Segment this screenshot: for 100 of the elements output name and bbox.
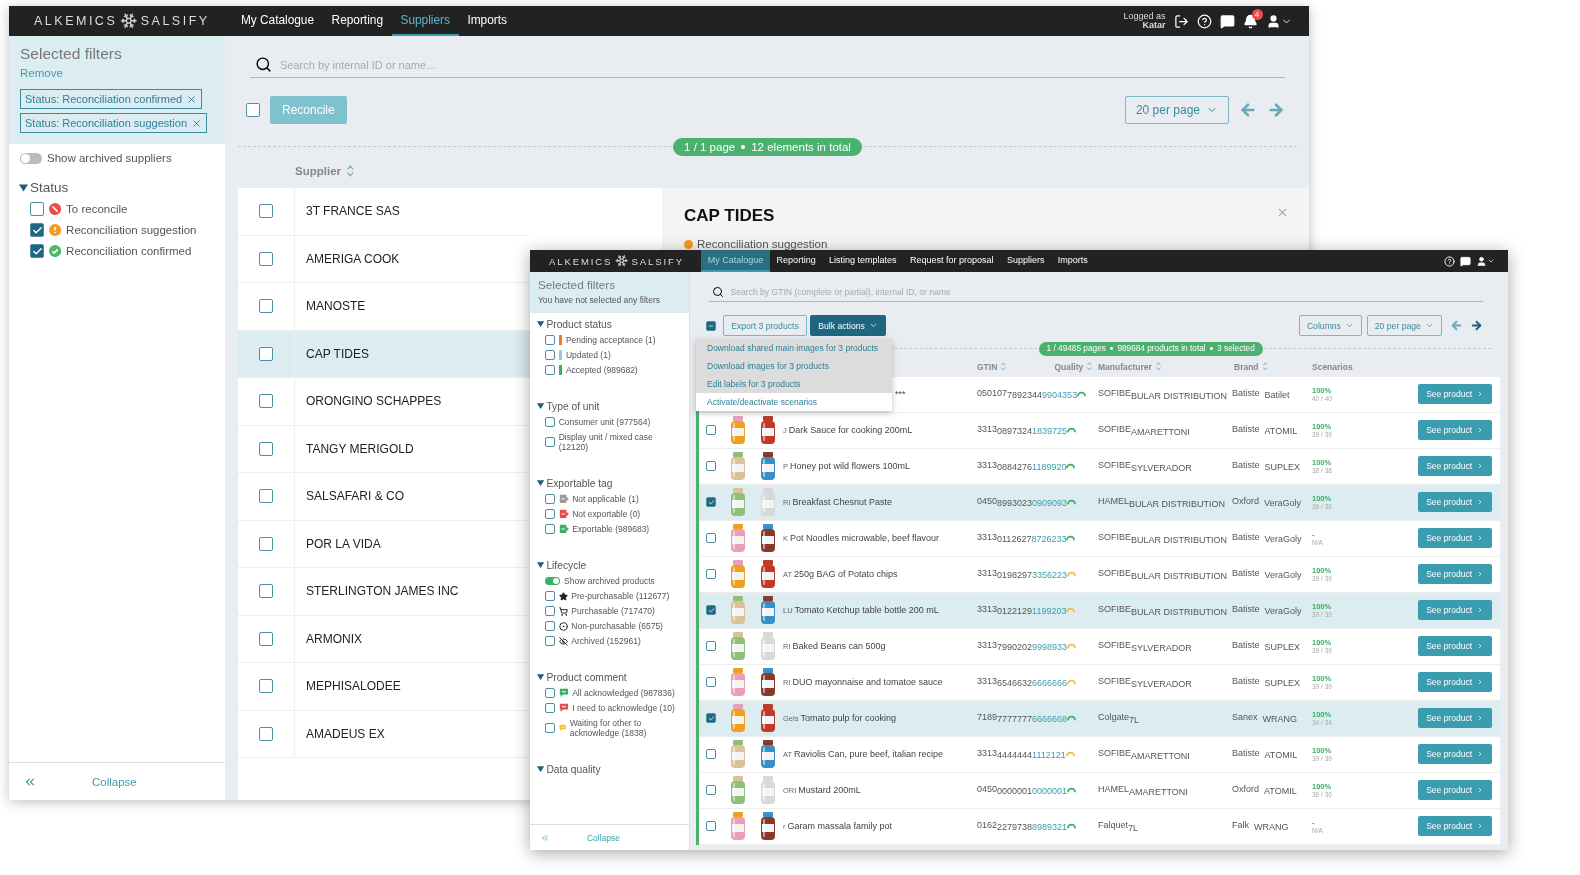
checkbox[interactable] <box>259 394 273 409</box>
checkbox[interactable] <box>545 494 556 505</box>
close-icon[interactable] <box>1276 206 1289 219</box>
supplier-row[interactable]: AMERIGA COOK <box>238 235 530 283</box>
checkbox[interactable] <box>545 417 556 428</box>
menu-item[interactable]: Download shared main images for 3 products <box>696 338 892 357</box>
logout-icon[interactable] <box>1173 13 1189 29</box>
checkbox[interactable] <box>545 437 556 448</box>
checkbox[interactable] <box>545 688 556 699</box>
nav-tab[interactable]: Reporting <box>769 250 823 272</box>
checkbox[interactable] <box>259 299 273 314</box>
search-field[interactable]: Search by internal ID or name... <box>278 57 1280 72</box>
nav-tab[interactable]: Suppliers <box>391 6 459 36</box>
checkbox[interactable] <box>246 103 260 117</box>
supplier-row[interactable]: ARMONIX <box>238 615 530 663</box>
chevron-right-icon[interactable] <box>1476 714 1484 723</box>
section-title[interactable]: Status <box>19 180 215 195</box>
caret-icon[interactable] <box>537 562 545 569</box>
nav-tab[interactable]: Reporting <box>322 6 392 36</box>
close-icon[interactable] <box>186 93 198 105</box>
checkbox[interactable] <box>706 785 716 796</box>
checkbox[interactable] <box>706 605 716 616</box>
help-icon[interactable] <box>1196 13 1212 29</box>
checkbox[interactable] <box>706 533 716 544</box>
next-arrow-icon[interactable] <box>1469 319 1483 333</box>
supplier-row[interactable]: ORONGINO SCHAPPES <box>238 378 530 426</box>
checkbox[interactable] <box>545 606 556 617</box>
chat-icon[interactable] <box>1459 255 1471 267</box>
checkbox[interactable] <box>545 591 556 602</box>
chevron-right-icon[interactable] <box>1476 678 1484 687</box>
checkbox[interactable] <box>545 621 556 632</box>
bell-icon[interactable] <box>1242 13 1258 29</box>
chevron-right-icon[interactable] <box>1476 426 1484 435</box>
filter-chip[interactable]: Status: Reconciliation confirmed <box>20 89 203 109</box>
caret-icon[interactable] <box>537 766 545 773</box>
chat-icon[interactable] <box>1219 13 1235 29</box>
help-icon[interactable] <box>1443 255 1455 267</box>
nav-tab[interactable]: My Catalogue <box>701 250 770 272</box>
chevron-right-icon[interactable] <box>1476 534 1484 543</box>
checkbox[interactable] <box>545 509 556 520</box>
toggle-switch[interactable] <box>20 152 42 164</box>
supplier-row[interactable]: POR LA VIDA <box>238 520 530 568</box>
chevron-right-icon[interactable] <box>1476 642 1484 651</box>
supplier-row[interactable]: STERLINGTON JAMES INC <box>238 568 530 616</box>
checkbox[interactable] <box>545 350 556 361</box>
section-title[interactable]: Type of unit <box>537 401 682 413</box>
caret-icon[interactable] <box>537 321 545 328</box>
nav-tab[interactable]: Imports <box>458 6 516 36</box>
checkbox[interactable] <box>545 524 556 535</box>
checkbox[interactable] <box>259 536 273 551</box>
checkbox[interactable] <box>545 636 556 647</box>
caret-icon[interactable] <box>537 674 545 681</box>
nav-tab[interactable]: Suppliers <box>1000 250 1052 272</box>
checkbox[interactable] <box>706 569 716 580</box>
checkbox[interactable] <box>259 679 273 694</box>
toggle-switch[interactable] <box>545 577 561 585</box>
supplier-row[interactable]: 3T FRANCE SAS <box>238 188 530 236</box>
supplier-row[interactable]: SALSAFARI & CO <box>238 473 530 521</box>
search-field[interactable]: Search by GTIN (complete or partial), internal ID, or name <box>728 286 1480 299</box>
checkbox[interactable] <box>259 631 273 646</box>
user-icon[interactable] <box>1475 255 1495 267</box>
checkbox[interactable] <box>259 204 273 219</box>
checkbox[interactable] <box>30 244 44 258</box>
nav-tab[interactable]: Request for proposal <box>903 250 1001 272</box>
checkbox[interactable] <box>706 497 716 508</box>
supplier-row[interactable]: AMADEUS EX <box>238 710 530 758</box>
checkbox[interactable] <box>259 584 273 599</box>
supplier-row[interactable]: MANOSTE <box>238 283 530 331</box>
section-title[interactable]: Data quality <box>537 764 682 776</box>
nav-tab[interactable]: Imports <box>1051 250 1095 272</box>
section-title[interactable]: Exportable tag <box>537 478 682 490</box>
checkbox[interactable] <box>706 713 716 724</box>
close-icon[interactable] <box>191 117 203 129</box>
checkbox[interactable] <box>706 821 716 832</box>
checkbox[interactable] <box>545 365 556 376</box>
checkbox[interactable] <box>706 749 716 760</box>
checkbox[interactable] <box>545 335 556 346</box>
caret-icon[interactable] <box>19 183 28 192</box>
chevron-right-icon[interactable] <box>1476 570 1484 579</box>
chevron-right-icon[interactable] <box>1476 462 1484 471</box>
per-page-select[interactable]: 20 per page <box>1366 315 1443 336</box>
chevron-right-icon[interactable] <box>1476 822 1484 831</box>
chevron-right-icon[interactable] <box>1476 606 1484 615</box>
checkbox[interactable] <box>706 461 716 472</box>
caret-icon[interactable] <box>537 480 545 487</box>
section-title[interactable]: Product status <box>537 319 682 331</box>
filter-chip[interactable]: Status: Reconciliation suggestion <box>20 113 208 133</box>
supplier-row[interactable]: TANGY MERIGOLD <box>238 425 530 473</box>
supplier-row[interactable]: CAP TIDES <box>238 330 530 378</box>
supplier-row[interactable]: MEPHISALODEE <box>238 663 530 711</box>
checkbox[interactable] <box>30 202 44 216</box>
checkbox[interactable] <box>706 677 716 688</box>
caret-icon[interactable] <box>537 403 545 410</box>
export-button[interactable]: Export 3 products <box>722 315 807 336</box>
checkbox[interactable] <box>259 251 273 266</box>
checkbox[interactable] <box>705 320 716 331</box>
nav-tab[interactable]: Listing templates <box>822 250 904 272</box>
columns-select[interactable]: Columns <box>1298 315 1363 336</box>
chevron-right-icon[interactable] <box>1476 786 1484 795</box>
checkbox[interactable] <box>706 425 716 436</box>
